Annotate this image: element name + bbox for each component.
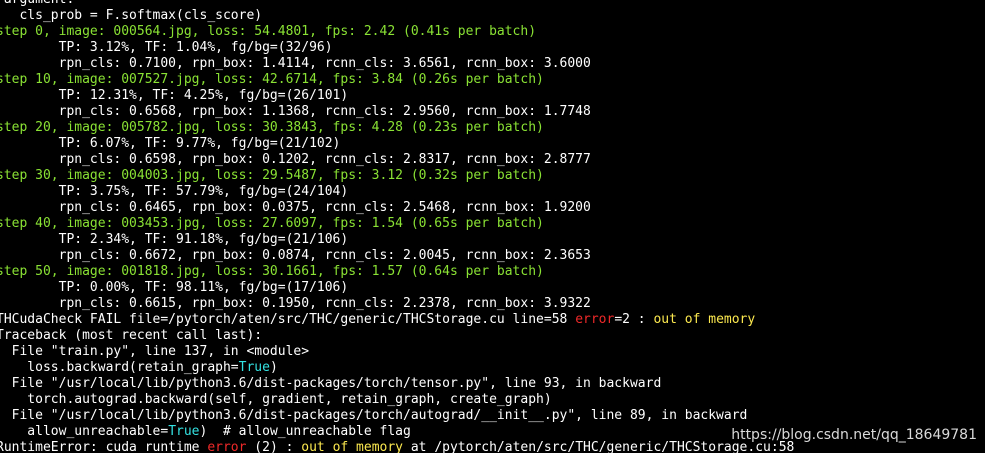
- terminal-text-segment: ): [269, 360, 278, 375]
- terminal-text-segment: TP: 0.00%, TF: 98.11%, fg/bg=(17/106): [0, 280, 349, 295]
- terminal-text-segment: True: [238, 360, 270, 375]
- terminal-line: THCudaCheck FAIL file=/pytorch/aten/src/…: [0, 312, 755, 328]
- terminal-text-segment: TP: 12.31%, TF: 4.25%, fg/bg=(26/101): [0, 88, 349, 103]
- terminal-line: rpn_cls: 0.6568, rpn_box: 1.1368, rcnn_c…: [0, 104, 591, 120]
- watermark: https://blog.csdn.net/qq_18649781: [731, 427, 977, 443]
- terminal-text-segment: argument.: [0, 0, 74, 7]
- terminal-line: TP: 2.34%, TF: 91.18%, fg/bg=(21/106): [0, 232, 349, 248]
- terminal-text-segment: error: [575, 312, 615, 327]
- terminal-text-segment: rpn_cls: 0.6672, rpn_box: 0.0874, rcnn_c…: [0, 248, 591, 263]
- terminal-text-segment: rpn_cls: 0.6598, rpn_box: 0.1202, rcnn_c…: [0, 152, 591, 167]
- terminal-line: TP: 3.75%, TF: 57.79%, fg/bg=(24/104): [0, 184, 349, 200]
- terminal-line: step 0, image: 000564.jpg, loss: 54.4801…: [0, 24, 536, 40]
- terminal-line: File "/usr/local/lib/python3.6/dist-pack…: [0, 376, 662, 392]
- terminal-text-segment: step 10, image: 007527.jpg, loss: 42.671…: [0, 72, 544, 87]
- terminal-text-segment: TP: 6.07%, TF: 9.77%, fg/bg=(21/102): [0, 136, 341, 151]
- terminal-line: TP: 6.07%, TF: 9.77%, fg/bg=(21/102): [0, 136, 341, 152]
- terminal-text-segment: step 0, image: 000564.jpg, loss: 54.4801…: [0, 24, 537, 39]
- terminal-text-segment: TP: 3.12%, TF: 1.04%, fg/bg=(32/96): [0, 40, 333, 55]
- terminal-line: rpn_cls: 0.6465, rpn_box: 0.0375, rcnn_c…: [0, 200, 591, 216]
- terminal-line: torch.autograd.backward(self, gradient, …: [0, 392, 552, 408]
- terminal-text-segment: step 50, image: 001818.jpg, loss: 30.166…: [0, 264, 544, 279]
- terminal-text-segment: File "train.py", line 137, in <module>: [0, 344, 310, 359]
- terminal-line: TP: 3.12%, TF: 1.04%, fg/bg=(32/96): [0, 40, 333, 56]
- terminal-text-segment: File "/usr/local/lib/python3.6/dist-pack…: [0, 376, 662, 391]
- terminal-line: allow_unreachable=True) # allow_unreacha…: [0, 424, 411, 440]
- terminal-line: rpn_cls: 0.6615, rpn_box: 0.1950, rcnn_c…: [0, 296, 591, 312]
- terminal-text-segment: out of memory: [653, 312, 756, 327]
- terminal-line: File "/usr/local/lib/python3.6/dist-pack…: [0, 408, 748, 424]
- terminal-line: cls_prob = F.softmax(cls_score): [0, 8, 262, 24]
- terminal-text-segment: True: [168, 424, 200, 439]
- terminal-text-segment: loss.backward(retain_graph=: [0, 360, 239, 375]
- terminal-line: File "train.py", line 137, in <module>: [0, 344, 309, 360]
- terminal-text-segment: rpn_cls: 0.7100, rpn_box: 1.4114, rcnn_c…: [0, 56, 591, 71]
- terminal-text-segment: THCudaCheck FAIL file=/pytorch/aten/src/…: [0, 312, 576, 327]
- terminal-text-segment: out of memory: [301, 440, 404, 453]
- terminal-text-segment: step 20, image: 005782.jpg, loss: 30.384…: [0, 120, 544, 135]
- terminal-text-segment: allow_unreachable=: [0, 424, 169, 439]
- terminal-output[interactable]: argument. cls_prob = F.softmax(cls_score…: [0, 0, 985, 453]
- terminal-line: step 40, image: 003453.jpg, loss: 27.609…: [0, 216, 544, 232]
- terminal-text-segment: ) # allow_unreachable flag: [199, 424, 411, 439]
- terminal-text-segment: step 30, image: 004003.jpg, loss: 29.548…: [0, 168, 544, 183]
- terminal-line: rpn_cls: 0.7100, rpn_box: 1.4114, rcnn_c…: [0, 56, 591, 72]
- terminal-text-segment: rpn_cls: 0.6465, rpn_box: 0.0375, rcnn_c…: [0, 200, 591, 215]
- terminal-text-segment: rpn_cls: 0.6568, rpn_box: 1.1368, rcnn_c…: [0, 104, 591, 119]
- terminal-line: argument.: [0, 0, 74, 8]
- terminal-line: Traceback (most recent call last):: [0, 328, 262, 344]
- terminal-text-segment: error: [207, 440, 247, 453]
- terminal-text-segment: torch.autograd.backward(self, gradient, …: [0, 392, 552, 407]
- terminal-text-segment: step 40, image: 003453.jpg, loss: 27.609…: [0, 216, 544, 231]
- terminal-text-segment: Traceback (most recent call last):: [0, 328, 263, 343]
- terminal-text-segment: =2 :: [614, 312, 654, 327]
- terminal-line: step 30, image: 004003.jpg, loss: 29.548…: [0, 168, 544, 184]
- terminal-line: loss.backward(retain_graph=True): [0, 360, 278, 376]
- terminal-line: rpn_cls: 0.6598, rpn_box: 0.1202, rcnn_c…: [0, 152, 591, 168]
- terminal-text-segment: TP: 3.75%, TF: 57.79%, fg/bg=(24/104): [0, 184, 349, 199]
- terminal-line: step 50, image: 001818.jpg, loss: 30.166…: [0, 264, 544, 280]
- terminal-text-segment: cls_prob = F.softmax(cls_score): [0, 8, 263, 23]
- terminal-line: rpn_cls: 0.6672, rpn_box: 0.0874, rcnn_c…: [0, 248, 591, 264]
- terminal-text-segment: File "/usr/local/lib/python3.6/dist-pack…: [0, 408, 748, 423]
- terminal-line: step 20, image: 005782.jpg, loss: 30.384…: [0, 120, 544, 136]
- terminal-text-segment: rpn_cls: 0.6615, rpn_box: 0.1950, rcnn_c…: [0, 296, 591, 311]
- terminal-line: RuntimeError: cuda runtime error (2) : o…: [0, 440, 794, 453]
- terminal-text-segment: RuntimeError: cuda runtime: [0, 440, 208, 453]
- terminal-line: TP: 0.00%, TF: 98.11%, fg/bg=(17/106): [0, 280, 349, 296]
- terminal-line: step 10, image: 007527.jpg, loss: 42.671…: [0, 72, 544, 88]
- terminal-text-segment: TP: 2.34%, TF: 91.18%, fg/bg=(21/106): [0, 232, 349, 247]
- terminal-line: TP: 12.31%, TF: 4.25%, fg/bg=(26/101): [0, 88, 349, 104]
- terminal-text-segment: (2) :: [246, 440, 302, 453]
